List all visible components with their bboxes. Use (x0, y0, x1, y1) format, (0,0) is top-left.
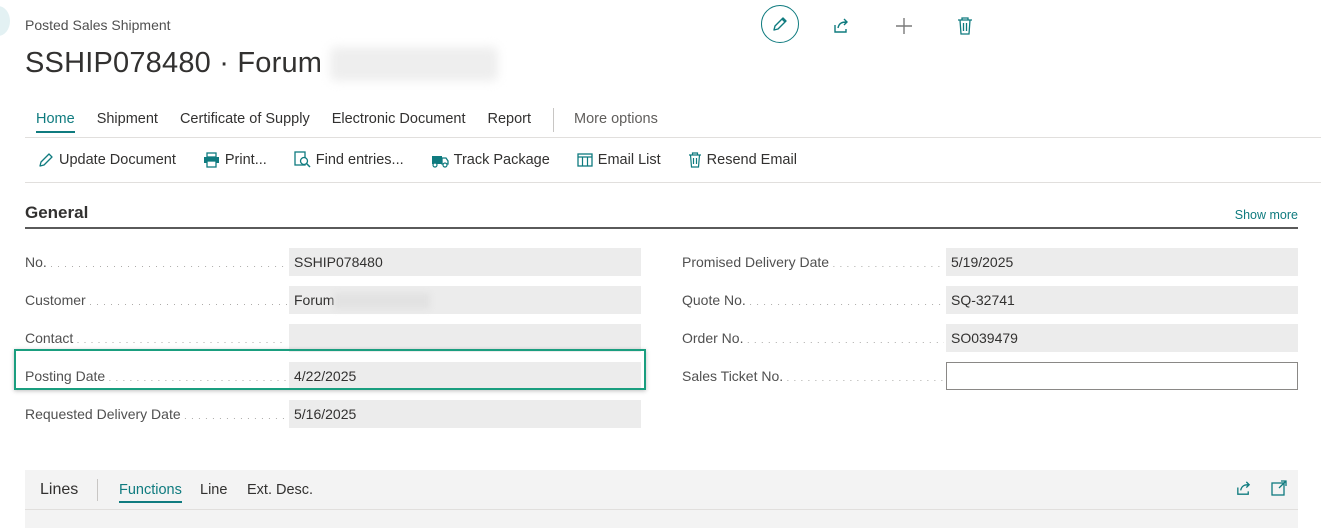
edit-button[interactable] (761, 5, 799, 43)
resend-email-label: Resend Email (706, 151, 797, 168)
find-entries-label: Find entries... (315, 151, 404, 168)
print-label: Print... (224, 151, 267, 168)
expand-icon (1271, 480, 1287, 496)
lines-part (25, 470, 1298, 528)
track-package-button[interactable]: Track Package (431, 151, 550, 168)
print-button[interactable]: Print... (203, 151, 267, 168)
section-underline (25, 227, 1298, 229)
field-label-customer: Customer (25, 292, 287, 308)
lines-title: Lines (40, 481, 79, 498)
track-package-label: Track Package (453, 151, 550, 168)
field-label-requested-delivery-date: Requested Delivery Date (25, 406, 287, 422)
tab-electronic-document[interactable]: Electronic Document (332, 111, 466, 133)
field-requested-delivery-date[interactable]: 5/16/2025 (289, 400, 641, 428)
update-document-button[interactable]: Update Document (38, 151, 176, 168)
field-quote-no[interactable]: SQ-32741 (946, 286, 1298, 314)
section-title-general: General (25, 203, 89, 222)
field-label-contact: Contact (25, 330, 287, 346)
field-sales-ticket-no[interactable] (946, 362, 1298, 390)
delete-icon (958, 17, 972, 35)
update-document-label: Update Document (59, 151, 176, 168)
customer-value: Forum (294, 292, 335, 308)
field-no[interactable]: SSHIP078480 (289, 248, 641, 276)
redacted-name-blur (330, 47, 499, 82)
share-button[interactable] (823, 8, 859, 44)
redacted-customer-blur (334, 293, 431, 310)
lines-expand-button[interactable] (1271, 480, 1289, 498)
tab-more-options[interactable]: More options (574, 111, 658, 133)
trash-icon (688, 151, 701, 168)
field-label-sales-ticket-no: Sales Ticket No. (682, 368, 944, 384)
page-caption: Posted Sales Shipment (25, 17, 171, 33)
posting-date-highlight-box (14, 349, 646, 390)
field-label-quote-no: Quote No. (682, 292, 944, 308)
lines-share-button[interactable] (1235, 480, 1253, 498)
find-entries-icon (294, 151, 311, 168)
lines-tab-line[interactable]: Line (200, 482, 227, 498)
show-more-link[interactable]: Show more (1235, 208, 1298, 222)
field-promised-delivery-date[interactable]: 5/19/2025 (946, 248, 1298, 276)
action-bar: Update Document Print... Find entries...… (38, 151, 824, 168)
field-contact[interactable] (289, 324, 641, 352)
edit-icon (773, 17, 787, 31)
field-label-no: No. (25, 254, 287, 270)
tab-certificate-of-supply[interactable]: Certificate of Supply (180, 111, 310, 133)
delete-button[interactable] (947, 8, 983, 44)
tab-divider (553, 108, 555, 132)
field-customer[interactable]: Forum (289, 286, 641, 314)
add-button[interactable] (886, 8, 922, 44)
share-icon (834, 18, 848, 33)
email-list-label: Email List (597, 151, 661, 168)
tab-home[interactable]: Home (36, 111, 75, 133)
lines-divider (97, 479, 98, 501)
page-title: SSHIP078480 · Forum (25, 47, 499, 82)
pencil-icon (39, 152, 53, 167)
share-icon (1237, 481, 1251, 495)
field-order-no[interactable]: SO039479 (946, 324, 1298, 352)
action-divider-line (25, 182, 1321, 183)
resend-email-button[interactable]: Resend Email (688, 151, 797, 168)
lines-tab-ext-desc[interactable]: Ext. Desc. (247, 482, 313, 498)
avatar (0, 6, 10, 36)
truck-icon (431, 155, 449, 168)
list-icon (577, 152, 593, 167)
lines-tab-functions[interactable]: Functions (119, 482, 182, 503)
tab-divider-line (25, 137, 1321, 138)
field-label-order-no: Order No. (682, 330, 944, 346)
printer-icon (203, 151, 219, 168)
page-title-text: SSHIP078480 · Forum (25, 47, 323, 79)
action-tabs: Home Shipment Certificate of Supply Elec… (36, 108, 680, 133)
find-entries-button[interactable]: Find entries... (294, 151, 404, 168)
lines-tab-underline (25, 509, 1298, 510)
add-icon (896, 18, 912, 34)
tab-report[interactable]: Report (488, 111, 532, 133)
email-list-button[interactable]: Email List (577, 151, 661, 168)
tab-shipment[interactable]: Shipment (97, 111, 158, 133)
field-label-promised-delivery-date: Promised Delivery Date (682, 254, 944, 270)
